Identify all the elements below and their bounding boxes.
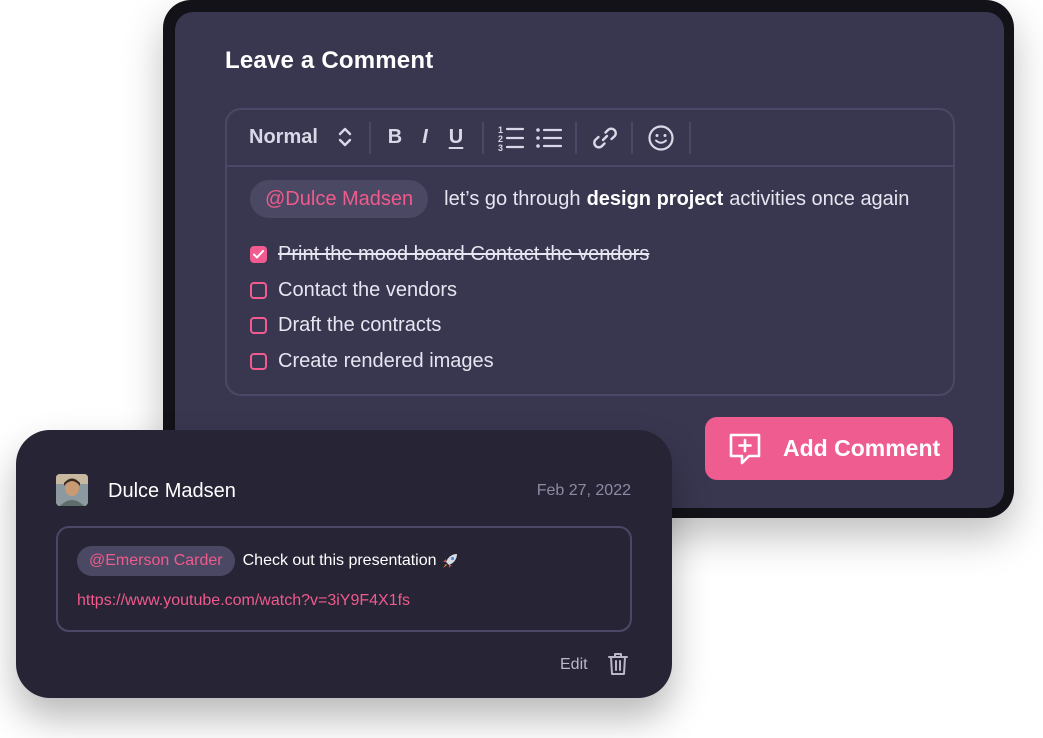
comment-message: @Emerson Carder Check out this presentat… — [77, 546, 459, 576]
toolbar-divider — [575, 122, 577, 154]
avatar — [56, 474, 88, 506]
toolbar-divider — [369, 122, 371, 154]
chevron-updown-icon — [337, 126, 353, 148]
emoji-icon — [647, 124, 675, 152]
toolbar-divider — [689, 122, 691, 154]
checklist-label: Create rendered images — [278, 349, 494, 372]
message-text: let’s go through — [444, 187, 581, 210]
edit-button[interactable]: Edit — [560, 656, 588, 674]
add-comment-button[interactable]: Add Comment — [705, 417, 953, 480]
comment-link[interactable]: https://www.youtube.com/watch?v=3iY9F4X1… — [77, 592, 410, 610]
check-icon — [253, 250, 264, 259]
svg-text:3: 3 — [498, 143, 503, 152]
message-text-end: activities once again — [729, 187, 910, 210]
underline-label: U — [448, 126, 464, 148]
emoji-button[interactable] — [645, 110, 677, 165]
comment-author: Dulce Madsen — [108, 480, 236, 502]
mention-tag[interactable]: @Dulce Madsen — [250, 180, 429, 218]
delete-button[interactable] — [608, 652, 628, 681]
checklist-label: Draft the contracts — [278, 314, 442, 337]
editor-message: @Dulce Madsen let’s go through design pr… — [250, 180, 909, 218]
insert-link-button[interactable] — [589, 110, 621, 165]
message-bold-text: design project — [586, 187, 724, 210]
bold-label: B — [387, 126, 403, 148]
checklist-label: Contact the vendors — [278, 278, 457, 301]
text-style-value: Normal — [249, 126, 318, 148]
checklist-item[interactable]: Contact the vendors — [250, 273, 649, 309]
comment-card: Dulce Madsen Feb 27, 2022 @Emerson Carde… — [16, 430, 672, 698]
bullet-list-button[interactable] — [533, 110, 565, 165]
toolbar-divider — [631, 122, 633, 154]
comment-body: @Emerson Carder Check out this presentat… — [56, 526, 632, 632]
editor-toolbar: Normal B I U 1 2 3 — [227, 110, 953, 167]
add-comment-label: Add Comment — [783, 435, 941, 461]
trash-icon — [608, 653, 628, 680]
link-icon — [591, 124, 619, 152]
comment-date: Feb 27, 2022 — [536, 482, 631, 499]
bullet-list-icon — [535, 126, 563, 150]
bold-button[interactable]: B — [383, 110, 407, 165]
rich-text-editor[interactable]: Normal B I U 1 2 3 @Dulce Madsen let’s g… — [225, 108, 955, 396]
checkbox-checked[interactable] — [250, 246, 267, 264]
comment-text: Check out this presentation — [242, 552, 437, 569]
checklist-item[interactable]: Print the mood board Contact the vendors — [250, 237, 649, 273]
ordered-list-icon: 1 2 3 — [497, 124, 525, 152]
italic-label: I — [422, 126, 428, 148]
toolbar-divider — [482, 122, 484, 154]
checklist-item[interactable]: Create rendered images — [250, 344, 649, 380]
checkbox[interactable] — [250, 281, 267, 299]
underline-button[interactable]: U — [443, 110, 469, 165]
checklist: Print the mood board Contact the vendors… — [250, 237, 649, 379]
editor-title: Leave a Comment — [225, 47, 434, 74]
text-style-select[interactable]: Normal — [249, 110, 359, 165]
checkbox[interactable] — [250, 317, 267, 335]
italic-button[interactable]: I — [413, 110, 437, 165]
checkbox[interactable] — [250, 352, 267, 370]
checklist-label: Print the mood board Contact the vendors — [278, 243, 650, 266]
add-comment-icon — [727, 432, 763, 466]
ordered-list-button[interactable]: 1 2 3 — [495, 110, 527, 165]
rocket-icon — [441, 552, 459, 570]
checklist-item[interactable]: Draft the contracts — [250, 308, 649, 344]
mention-tag[interactable]: @Emerson Carder — [77, 546, 235, 576]
